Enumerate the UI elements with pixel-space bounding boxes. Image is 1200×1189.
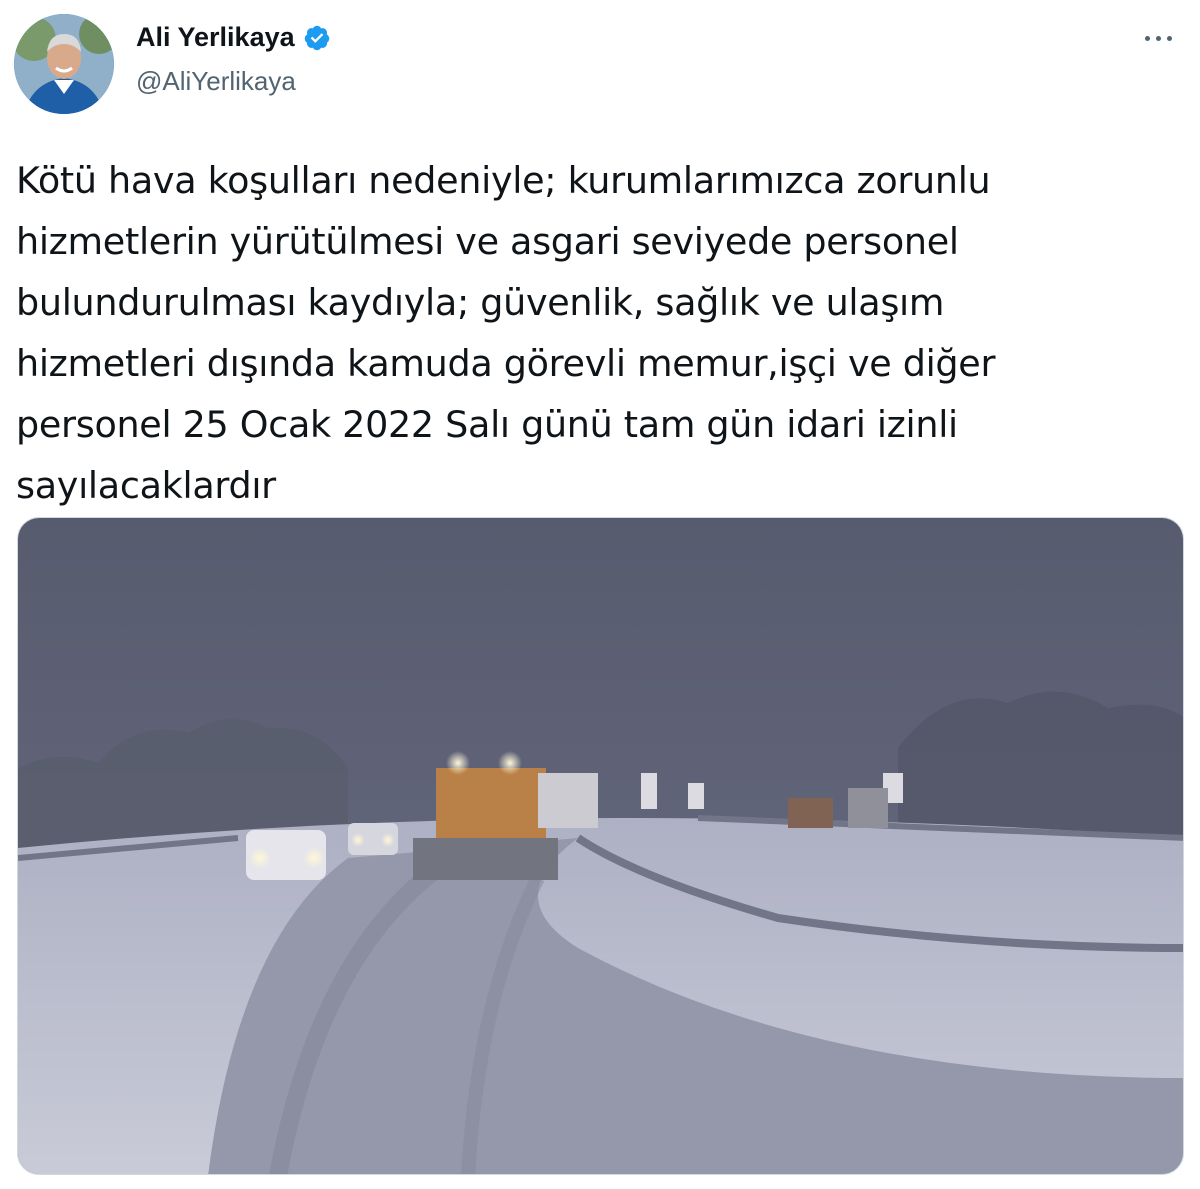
more-dots-icon <box>1155 35 1161 41</box>
avatar-photo <box>14 14 114 114</box>
author-handle[interactable]: @AliYerlikaya <box>136 66 296 97</box>
tweet-text-line: hizmetlerin yürütülmesi ve asgari seviye… <box>16 220 959 263</box>
more-dots-icon <box>1144 35 1150 41</box>
tweet-text-line: Kötü hava koşulları nedeniyle; kurumları… <box>16 159 991 202</box>
tweet-text-line: hizmetleri dışında kamuda görevli memur,… <box>16 342 996 385</box>
tweet-text: Kötü hava koşulları nedeniyle; kurumları… <box>16 150 1186 516</box>
author-avatar[interactable] <box>14 14 114 114</box>
tweet-text-line: bulundurulması kaydıyla; güvenlik, sağlı… <box>16 281 945 324</box>
more-options-button[interactable] <box>1138 20 1178 56</box>
verified-badge-icon <box>304 25 329 50</box>
author-name-row[interactable]: Ali Yerlikaya <box>136 22 331 53</box>
tweet-text-line: personel 25 Ocak 2022 Salı günü tam gün … <box>16 403 958 446</box>
snowy-road-photo <box>18 518 1183 1174</box>
tweet-media-photo[interactable] <box>17 517 1184 1175</box>
author-name[interactable]: Ali Yerlikaya <box>136 22 295 53</box>
tweet-text-line: sayılacaklardır <box>16 464 276 507</box>
tweet-card: Ali Yerlikaya @AliYerlikaya Kötü hava ko… <box>0 0 1200 1189</box>
more-dots-icon <box>1166 35 1172 41</box>
